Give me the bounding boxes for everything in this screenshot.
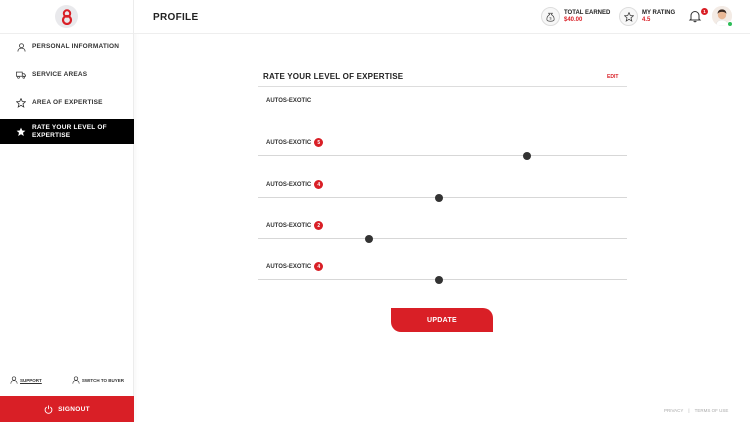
edit-button[interactable]: EDIT — [607, 74, 618, 80]
rating-slider-track[interactable] — [258, 155, 627, 156]
page-title: PROFILE — [153, 12, 199, 23]
terms-of-use-link[interactable]: TERMS OF USE — [695, 408, 729, 413]
rating-label-group: AUTOS-EXOTIC 4 — [266, 262, 324, 271]
rating-row: AUTOS-EXOTIC 2 — [258, 221, 627, 245]
rating-category-label: AUTOS-EXOTIC — [266, 263, 312, 270]
rating-category-label: AUTOS-EXOTIC — [266, 222, 312, 229]
switch-to-buyer-label: SWITCH TO BUYER — [81, 377, 124, 383]
rating-label-group: AUTOS-EXOTIC 4 — [266, 180, 324, 189]
signout-label: SIGNOUT — [58, 405, 90, 413]
update-button[interactable]: UPDATE — [391, 308, 493, 332]
sidebar-item-label: SERVICE AREAS — [32, 71, 88, 79]
category-heading: AUTOS-EXOTIC — [266, 98, 312, 104]
rating-slider-handle[interactable] — [434, 194, 443, 202]
rating-slider-handle[interactable] — [364, 235, 373, 243]
star-outline-icon — [16, 98, 26, 108]
notification-count-badge: 1 — [701, 8, 708, 15]
star-filled-icon — [16, 127, 26, 137]
privacy-link[interactable]: PRIVACY — [664, 408, 683, 413]
footer-links: PRIVACY | TERMS OF USE — [664, 408, 728, 413]
support-label: SUPPORT — [20, 377, 42, 383]
money-bag-icon: $ — [541, 7, 560, 26]
rating-slider-handle[interactable] — [434, 276, 443, 284]
truck-icon — [16, 70, 26, 80]
svg-text:$: $ — [549, 17, 551, 21]
rating-value-badge: 2 — [314, 221, 324, 230]
rating-label-group: AUTOS-EXOTIC 5 — [266, 138, 324, 147]
total-earned-stat[interactable]: $ TOTAL EARNED $40.00 — [541, 7, 610, 26]
sidebar-footer: SUPPORT SWITCH TO BUYER — [0, 376, 134, 384]
star-rating-icon — [619, 7, 638, 26]
rating-value-badge: 4 — [314, 180, 324, 189]
sidebar-item-label: AREA OF EXPERTISE — [32, 99, 103, 107]
sidebar-item-label: RATE YOUR LEVEL OF EXPERTISE — [32, 124, 107, 139]
my-rating-label: MY RATING — [642, 10, 676, 16]
rating-slider-handle[interactable] — [523, 152, 532, 160]
rating-value-badge: 5 — [314, 138, 324, 147]
footer-separator: | — [688, 408, 690, 413]
top-header: PROFILE $ TOTAL EARNED $40.00 MY RATING … — [134, 0, 750, 34]
rating-row: AUTOS-EXOTIC 5 — [258, 138, 627, 162]
total-earned-label: TOTAL EARNED — [564, 10, 611, 16]
total-earned-value: $40.00 — [564, 17, 583, 23]
power-icon — [44, 405, 53, 414]
app-logo[interactable] — [55, 5, 78, 28]
sidebar-item-area-of-expertise[interactable]: AREA OF EXPERTISE — [0, 97, 134, 109]
support-icon — [10, 376, 18, 384]
signout-button[interactable]: SIGNOUT — [0, 396, 134, 422]
sidebar-item-personal-information[interactable]: PERSONAL INFORMATION — [0, 41, 134, 53]
sidebar-item-label: PERSONAL INFORMATION — [32, 43, 120, 51]
rating-category-label: AUTOS-EXOTIC — [266, 139, 312, 146]
switch-to-buyer-link[interactable]: SWITCH TO BUYER — [72, 376, 124, 384]
rating-value-badge: 4 — [314, 262, 324, 271]
user-icon — [16, 42, 26, 52]
section-title: RATE YOUR LEVEL OF EXPERTISE — [263, 72, 404, 81]
rating-slider-track[interactable] — [258, 238, 627, 239]
rating-label-group: AUTOS-EXOTIC 2 — [266, 221, 324, 230]
sidebar-item-rate-your-level-of-expertise[interactable]: RATE YOUR LEVEL OF EXPERTISE — [0, 119, 134, 144]
my-rating-stat[interactable]: MY RATING 4.5 — [619, 7, 675, 26]
logo-area — [0, 0, 133, 34]
sidebar: PERSONAL INFORMATION SERVICE AREAS AREA … — [0, 0, 134, 422]
section-divider — [258, 86, 627, 87]
rating-row: AUTOS-EXOTIC 4 — [258, 262, 627, 286]
user-switch-icon — [72, 376, 80, 384]
my-rating-value: 4.5 — [642, 17, 651, 23]
rating-row: AUTOS-EXOTIC 4 — [258, 180, 627, 204]
sidebar-item-service-areas[interactable]: SERVICE AREAS — [0, 69, 134, 81]
online-status-indicator — [727, 21, 733, 27]
rating-category-label: AUTOS-EXOTIC — [266, 181, 312, 188]
support-link[interactable]: SUPPORT — [10, 376, 42, 384]
